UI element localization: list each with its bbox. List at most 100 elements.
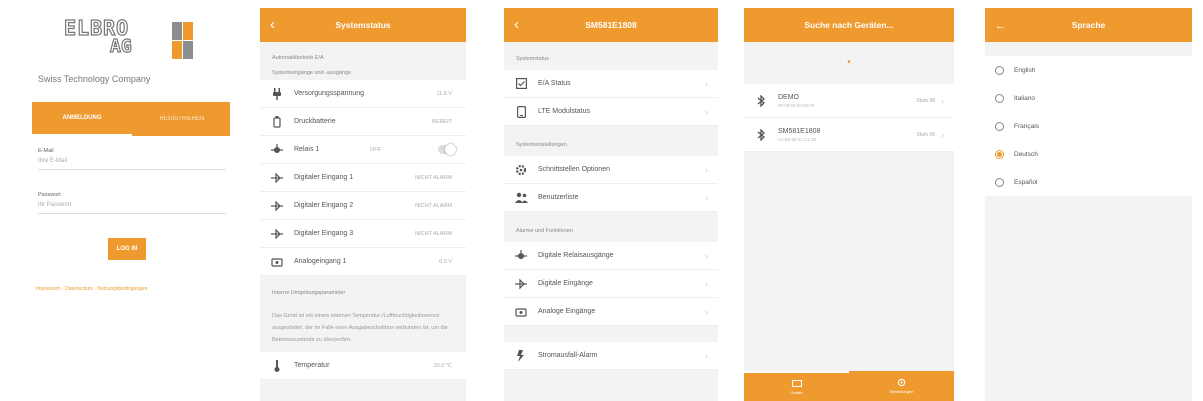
bluetooth-icon [754,94,768,107]
row-label: Digitale Eingänge [538,280,593,287]
list-item[interactable]: Schnittstellen Optionen › [504,156,718,184]
list-item[interactable]: Analoge Eingänge › [504,298,718,326]
list-item[interactable]: Digitaler Eingang 3 NICHT ALARM [260,220,466,248]
chevron-right-icon: › [705,164,708,175]
language-label: Español [1014,178,1038,186]
list-item[interactable]: Versorgungsspannung 11.6 V [260,80,466,108]
language-label: English [1014,66,1036,74]
radio-button[interactable] [995,93,1004,103]
tab-register[interactable]: REGISTRIEREN [132,102,230,136]
list-item[interactable]: Stromausfall-Alarm › [504,342,718,370]
row-label: Stromausfall-Alarm [538,352,598,359]
login-screen: ELBRO AG Swiss Technology Company ANMELD… [12,8,230,401]
users-icon [514,191,528,205]
row-label: Temperatur [294,362,330,369]
list-item[interactable]: Druckbatterie BEREIT [260,108,466,136]
device-menu-screen: ‹ SM581E1808 Systemstatus E/A Status › LTE… [504,8,718,401]
relay-toggle[interactable] [438,144,456,155]
back-icon[interactable]: ‹ [270,16,275,33]
language-option[interactable]: Français [985,112,1192,140]
device-list-item[interactable]: DEMO 00:00:00:00:00:00 Stark 98 › [744,84,954,118]
device-id: A4:B8:98:41:C1:3E [778,136,817,142]
list-item[interactable]: Digitale Relaisausgänge › [504,242,718,270]
password-input[interactable]: Ihr Passwort [38,202,226,213]
row-status: OFF [370,146,381,153]
back-arrow-icon[interactable]: ← [995,18,1006,35]
radio-button[interactable] [995,121,1004,131]
section-header: Systemeinstellungen [516,142,567,148]
row-label: Schnittstellen Optionen [538,166,610,173]
input-icon [270,171,284,185]
list-item[interactable]: Digitaler Eingang 1 NICHT ALARM [260,164,466,192]
back-icon[interactable]: ‹ [514,16,519,33]
list-item[interactable]: E/A Status › [504,70,718,98]
chevron-right-icon: › [941,129,944,140]
login-button[interactable]: LOG IN [108,238,146,260]
email-input[interactable]: Ihre E-Mail [38,158,226,169]
chevron-right-icon: › [705,278,708,289]
device-list-item[interactable]: SM581E1808 A4:B8:98:41:C1:3E Stark 96 › [744,118,954,152]
row-label: Digitaler Eingang 2 [294,202,354,209]
bluetooth-icon [754,128,768,141]
analog-icon [514,305,528,319]
list-item[interactable]: Digitale Eingänge › [504,270,718,298]
list-item[interactable]: Analogeingang 1 0.0 V [260,248,466,276]
language-label: Deutsch [1014,150,1038,158]
row-status: 20.0 °C [433,362,452,369]
section-header: Systemstatus [516,56,550,62]
page-title: Systemstatus [335,20,391,30]
chevron-right-icon: › [705,306,708,317]
chevron-right-icon: › [705,78,708,89]
row-label: Analoge Eingänge [538,308,596,315]
row-label: Benutzerliste [538,194,579,201]
language-option[interactable]: Italiano [985,84,1192,112]
info-note: Das Gerät ist mit einem internen Tempera… [272,313,448,343]
language-label: Italiano [1014,94,1035,102]
row-status: 11.6 V [436,90,453,97]
language-screen: ← Sprache English Italiano Français Deutsch… [985,8,1192,401]
devices-icon [791,379,802,387]
row-status: 0.0 V [439,258,452,265]
list-item[interactable]: Benutzerliste › [504,184,718,212]
row-label: Relais 1 [294,146,320,153]
loading-spinner-icon: • [847,57,851,68]
chevron-right-icon: › [705,192,708,203]
radio-button[interactable] [995,149,1004,159]
page-title: SM581E1808 [585,20,637,30]
language-option[interactable]: Deutsch [985,140,1192,168]
radio-button[interactable] [995,65,1004,75]
header: Suche nach Geräten... [744,8,954,42]
input-icon [270,199,284,213]
chevron-right-icon: › [705,250,708,261]
nav-devices[interactable]: Geräte [744,371,849,401]
pressure-icon [270,115,284,129]
logo-boxes [172,22,194,62]
list-item[interactable]: LTE Modulstatus › [504,98,718,126]
footer-links[interactable]: Impressum · Datenschutz · Nutzungsbeding… [36,286,147,292]
section-header: Interne Umgebungsparameter [272,290,346,296]
row-status: NICHT ALARM [415,230,452,237]
password-field[interactable]: Passwort Ihr Passwort [38,192,226,214]
nav-label: Geräte [790,389,803,395]
radio-button[interactable] [995,177,1004,187]
row-status: BEREIT [432,118,452,125]
email-field[interactable]: E-Mail Ihre E-Mail [38,148,226,170]
list-item[interactable]: Relais 1 OFF [260,136,466,164]
nav-settings[interactable]: Einstellungen [849,371,954,401]
device-search-screen: Suche nach Geräten... • DEMO 00:00:00:00:… [744,8,954,401]
tab-login[interactable]: ANMELDUNG [32,102,132,136]
row-label: Analogeingang 1 [294,258,347,265]
device-name-block: DEMO 00:00:00:00:00:00 [778,94,916,108]
list-item-temperature[interactable]: Temperatur 20.0 °C [260,352,466,380]
row-label: Druckbatterie [294,118,336,125]
section-header: Automatikbetrieb E/A [272,55,324,61]
logo-row2: AG [109,36,132,57]
language-option[interactable]: Español [985,168,1192,196]
list-item[interactable]: Digitaler Eingang 2 NICHT ALARM [260,192,466,220]
nav-label: Einstellungen [889,389,914,394]
row-label: Digitale Relaisausgänge [538,252,614,259]
relay-icon [270,143,284,157]
language-option[interactable]: English [985,56,1192,84]
elbro-logo: ELBRO AG [63,17,193,59]
device-name: SM581E1808 [778,127,821,135]
